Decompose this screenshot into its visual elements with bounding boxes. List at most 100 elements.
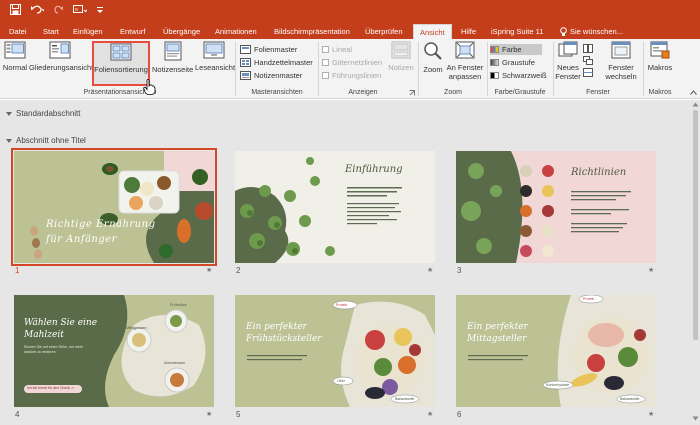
dialog-launcher-icon[interactable] <box>409 90 415 96</box>
vertical-scrollbar[interactable] <box>691 100 700 425</box>
notes-button[interactable]: Notizen <box>386 41 416 72</box>
slide-sorter-button[interactable]: Foliensortierung <box>92 41 150 86</box>
title-bar: o <box>0 0 700 24</box>
section-title: Standardabschnitt <box>16 109 81 118</box>
tab-entwurf[interactable]: Entwurf <box>120 24 145 39</box>
notes-icon <box>391 41 411 59</box>
group-label-zoom: Zoom <box>444 89 462 96</box>
outline-view-button[interactable]: Gliederungsansicht <box>29 41 93 72</box>
handout-master-label: Handzettelmaster <box>254 58 313 67</box>
macros-label: Makros <box>647 63 673 72</box>
zoom-button[interactable]: Zoom <box>421 41 445 74</box>
customize-qat-icon[interactable] <box>96 4 104 15</box>
tell-me-box[interactable]: Sie wünschen... <box>560 24 623 39</box>
slide-sorter-label: Foliensortierung <box>94 65 148 74</box>
grayscale-button[interactable]: Graustufe <box>490 57 535 68</box>
slide-number: 2 <box>236 266 241 275</box>
slide-number: 1 <box>15 266 20 275</box>
save-icon[interactable] <box>10 4 21 15</box>
tab-ueberpruefen[interactable]: Überprüfen <box>365 24 403 39</box>
transition-star-icon: ★ <box>648 267 655 274</box>
tab-start[interactable]: Start <box>43 24 59 39</box>
new-window-label-1: Neues <box>557 63 579 72</box>
notes-master-button[interactable]: Notizenmaster <box>240 70 302 81</box>
slide-6-tag-fiber: Ballaststoffe <box>620 397 640 401</box>
slide-2-artwork <box>235 151 435 263</box>
collapse-ribbon-icon[interactable] <box>690 90 697 95</box>
zoom-label: Zoom <box>423 65 443 74</box>
slide-thumbnail-5[interactable]: Ein perfekter Frühstücksteller Protein O… <box>235 295 435 407</box>
black-white-button[interactable]: Schwarzweiß <box>490 70 547 81</box>
slide-master-button[interactable]: Folienmaster <box>240 44 297 55</box>
slide-thumbnail-3[interactable]: Richtlinien <box>456 151 656 263</box>
slide-number: 3 <box>457 266 462 275</box>
group-label-fenster: Fenster <box>586 89 610 96</box>
scroll-up-arrow-icon[interactable] <box>692 102 699 107</box>
tab-ansicht[interactable]: Ansicht <box>413 24 452 40</box>
group-separator <box>643 42 644 96</box>
scroll-down-arrow-icon[interactable] <box>692 416 699 421</box>
slide-thumbnail-4[interactable]: Wählen Sie eine Mahlzeit Klicken Sie auf… <box>14 295 214 407</box>
move-split-icon[interactable] <box>583 68 593 77</box>
guides-checkbox-box <box>322 72 329 79</box>
new-window-label-2: Fenster <box>555 72 581 81</box>
tab-uebergaenge[interactable]: Übergänge <box>163 24 200 39</box>
normal-view-label: Normal <box>2 63 28 72</box>
color-label: Farbe <box>502 45 522 54</box>
color-button[interactable]: Farbe <box>490 44 542 55</box>
group-separator <box>318 42 319 96</box>
group-separator <box>487 42 488 96</box>
slide-4-cta: Ich bin bereit für den Check -> <box>27 386 74 390</box>
tell-me-label: Sie wünschen... <box>570 27 623 36</box>
tab-hilfe[interactable]: Hilfe <box>461 24 476 39</box>
reading-view-button[interactable]: Leseansicht <box>195 41 236 72</box>
macros-button[interactable]: Makros <box>646 41 674 72</box>
arrange-all-icon[interactable] <box>583 44 593 53</box>
tab-bildschirmpraesentation[interactable]: Bildschirmpräsentation <box>274 24 350 39</box>
switch-windows-label-2: wechseln <box>605 72 637 81</box>
reading-view-icon <box>203 41 225 59</box>
section-header-default[interactable]: Standardabschnitt <box>6 109 81 118</box>
tab-ispring[interactable]: iSpring Suite 11 <box>491 24 543 39</box>
slide-number: 6 <box>457 410 462 419</box>
fit-to-window-button[interactable]: An Fenster anpassen <box>446 41 484 81</box>
transition-star-icon: ★ <box>206 411 213 418</box>
new-window-button[interactable]: Neues Fenster <box>555 41 581 81</box>
slide-5-artwork <box>235 295 435 407</box>
transition-star-icon: ★ <box>206 267 213 274</box>
notes-page-button[interactable]: Notizenseite <box>152 41 193 74</box>
grayscale-label: Graustufe <box>502 58 535 67</box>
slide-4-label-dinner: Abendessen <box>164 361 186 365</box>
handout-master-button[interactable]: Handzettelmaster <box>240 57 313 68</box>
slide-5-tag-fiber: Ballaststoffe <box>395 397 415 401</box>
slide-thumbnail-2[interactable]: Einführung <box>235 151 435 263</box>
gridlines-checkbox[interactable]: Gitternetzlinien <box>322 57 382 68</box>
start-from-beginning-icon[interactable]: o <box>73 4 87 15</box>
tab-datei[interactable]: Datei <box>9 24 27 39</box>
redo-icon[interactable] <box>53 4 64 15</box>
collapse-triangle-icon[interactable] <box>6 138 12 143</box>
reading-view-label: Leseansicht <box>195 63 236 72</box>
normal-view-button[interactable]: Normal <box>2 41 28 72</box>
switch-windows-button[interactable]: Fenster wechseln <box>602 41 640 81</box>
ruler-checkbox-box <box>322 46 329 53</box>
ruler-checkbox[interactable]: Lineal <box>322 44 352 55</box>
scroll-thumb[interactable] <box>693 110 698 340</box>
cascade-icon[interactable] <box>583 56 593 65</box>
black-white-swatch-icon <box>490 72 499 79</box>
transition-star-icon: ★ <box>648 411 655 418</box>
transition-star-icon: ★ <box>427 411 434 418</box>
fit-to-window-icon <box>455 41 475 59</box>
section-header-untitled[interactable]: Abschnitt ohne Titel <box>6 136 86 145</box>
slide-thumbnail-1[interactable]: Richtige Ernährung für Anfänger <box>11 148 217 266</box>
undo-icon[interactable] <box>30 4 44 15</box>
slide-number: 4 <box>15 410 20 419</box>
slide-thumbnail-6[interactable]: Ein perfekter Mittagsteller Protein Kohl… <box>456 295 656 407</box>
group-label-farbe: Farbe/Graustufe <box>494 89 546 96</box>
collapse-triangle-icon[interactable] <box>6 111 12 116</box>
ribbon-tab-bar: Datei Start Einfügen Entwurf Übergänge A… <box>0 24 700 40</box>
tab-animationen[interactable]: Animationen <box>215 24 257 39</box>
guides-checkbox[interactable]: Führungslinien <box>322 70 381 81</box>
tab-einfuegen[interactable]: Einfügen <box>73 24 103 39</box>
slide-6-tag-protein: Protein <box>583 297 595 301</box>
